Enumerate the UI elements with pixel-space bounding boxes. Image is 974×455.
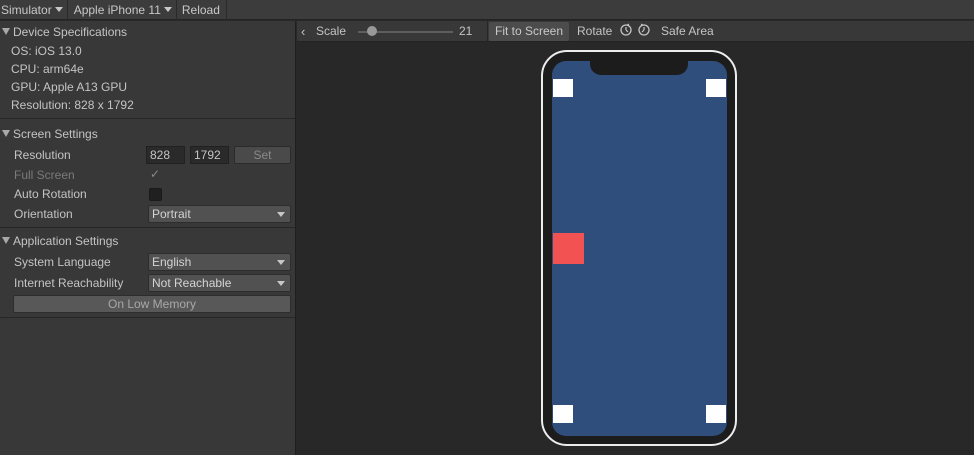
simulator-label: Simulator bbox=[1, 2, 52, 17]
spec-gpu: GPU: Apple A13 GPU bbox=[11, 80, 128, 94]
spec-cpu: CPU: arm64e bbox=[11, 62, 84, 76]
set-resolution-button[interactable]: Set bbox=[234, 146, 291, 164]
divider bbox=[0, 317, 295, 318]
device-label: Apple iPhone 11 bbox=[73, 2, 161, 17]
full-screen-label: Full Screen bbox=[14, 167, 75, 182]
system-language-value: English bbox=[152, 255, 192, 269]
full-screen-row: Full Screen ✓ bbox=[0, 165, 295, 184]
corner-marker-bottom-left bbox=[553, 405, 573, 423]
divider bbox=[0, 227, 295, 228]
fit-to-screen-button[interactable]: Fit to Screen bbox=[489, 22, 569, 41]
orientation-row: Orientation Portrait bbox=[0, 203, 295, 224]
settings-panel: Device Specifications OS: iOS 13.0 CPU: … bbox=[0, 21, 296, 455]
chevron-down-icon bbox=[277, 212, 285, 217]
red-marker bbox=[553, 233, 584, 264]
corner-marker-top-right bbox=[706, 79, 726, 97]
rotate-left-icon[interactable] bbox=[619, 23, 633, 37]
application-settings-title: Application Settings bbox=[13, 233, 119, 248]
application-settings-header[interactable]: Application Settings bbox=[0, 230, 295, 251]
foldout-triangle-icon bbox=[2, 237, 10, 244]
spec-os: OS: iOS 13.0 bbox=[11, 44, 82, 58]
foldout-triangle-icon bbox=[2, 28, 10, 35]
simulator-dropdown[interactable]: Simulator bbox=[0, 0, 68, 20]
auto-rotation-row: Auto Rotation bbox=[0, 184, 295, 203]
safe-area-toggle[interactable]: Safe Area bbox=[661, 24, 714, 38]
system-language-row: System Language English bbox=[0, 251, 295, 272]
device-dropdown[interactable]: Apple iPhone 11 bbox=[68, 0, 177, 20]
chevron-down-icon bbox=[163, 7, 172, 12]
screen-settings-title: Screen Settings bbox=[13, 126, 98, 141]
full-screen-checkbox[interactable]: ✓ bbox=[150, 167, 160, 181]
orientation-dropdown[interactable]: Portrait bbox=[148, 205, 291, 223]
orientation-label: Orientation bbox=[14, 206, 73, 221]
internet-reachability-dropdown[interactable]: Not Reachable bbox=[148, 274, 291, 292]
scale-slider-thumb[interactable] bbox=[367, 26, 377, 36]
chevron-down-icon bbox=[54, 7, 63, 12]
rotate-right-icon[interactable] bbox=[637, 23, 651, 37]
chevron-down-icon bbox=[277, 260, 285, 265]
internet-reachability-label: Internet Reachability bbox=[14, 275, 124, 290]
auto-rotation-checkbox[interactable] bbox=[149, 188, 162, 201]
divider bbox=[0, 118, 295, 119]
system-language-label: System Language bbox=[14, 254, 111, 269]
collapse-panel-chevron-icon[interactable]: ‹ bbox=[301, 24, 305, 39]
device-specs-title: Device Specifications bbox=[13, 24, 128, 39]
device-specs-header[interactable]: Device Specifications bbox=[0, 21, 295, 42]
view-toolbar: ‹ Scale 21 Fit to Screen Rotate Safe Are… bbox=[297, 21, 974, 42]
resolution-height-field[interactable]: 1792 bbox=[190, 146, 229, 164]
scale-value: 21 bbox=[459, 24, 473, 38]
corner-marker-top-left bbox=[553, 79, 573, 97]
internet-reachability-value: Not Reachable bbox=[152, 276, 232, 290]
resolution-row: Resolution 828 1792 Set bbox=[0, 144, 295, 165]
spec-resolution: Resolution: 828 x 1792 bbox=[11, 98, 134, 112]
screen-settings-header[interactable]: Screen Settings bbox=[0, 123, 295, 144]
divider bbox=[487, 21, 488, 42]
corner-marker-bottom-right bbox=[706, 405, 726, 423]
system-language-dropdown[interactable]: English bbox=[148, 253, 291, 271]
top-toolbar: Simulator Apple iPhone 11 Reload bbox=[0, 0, 974, 20]
on-low-memory-button[interactable]: On Low Memory bbox=[13, 295, 291, 313]
internet-reachability-row: Internet Reachability Not Reachable bbox=[0, 272, 295, 293]
resolution-width-field[interactable]: 828 bbox=[146, 146, 185, 164]
scale-label: Scale bbox=[316, 24, 347, 38]
resolution-label: Resolution bbox=[14, 147, 71, 162]
reload-button[interactable]: Reload bbox=[177, 0, 227, 20]
foldout-triangle-icon bbox=[2, 130, 10, 137]
rotate-label: Rotate bbox=[577, 24, 613, 38]
auto-rotation-label: Auto Rotation bbox=[14, 186, 87, 201]
low-memory-row: On Low Memory bbox=[0, 293, 295, 314]
device-notch bbox=[590, 58, 688, 75]
orientation-value: Portrait bbox=[152, 207, 191, 221]
chevron-down-icon bbox=[277, 281, 285, 286]
